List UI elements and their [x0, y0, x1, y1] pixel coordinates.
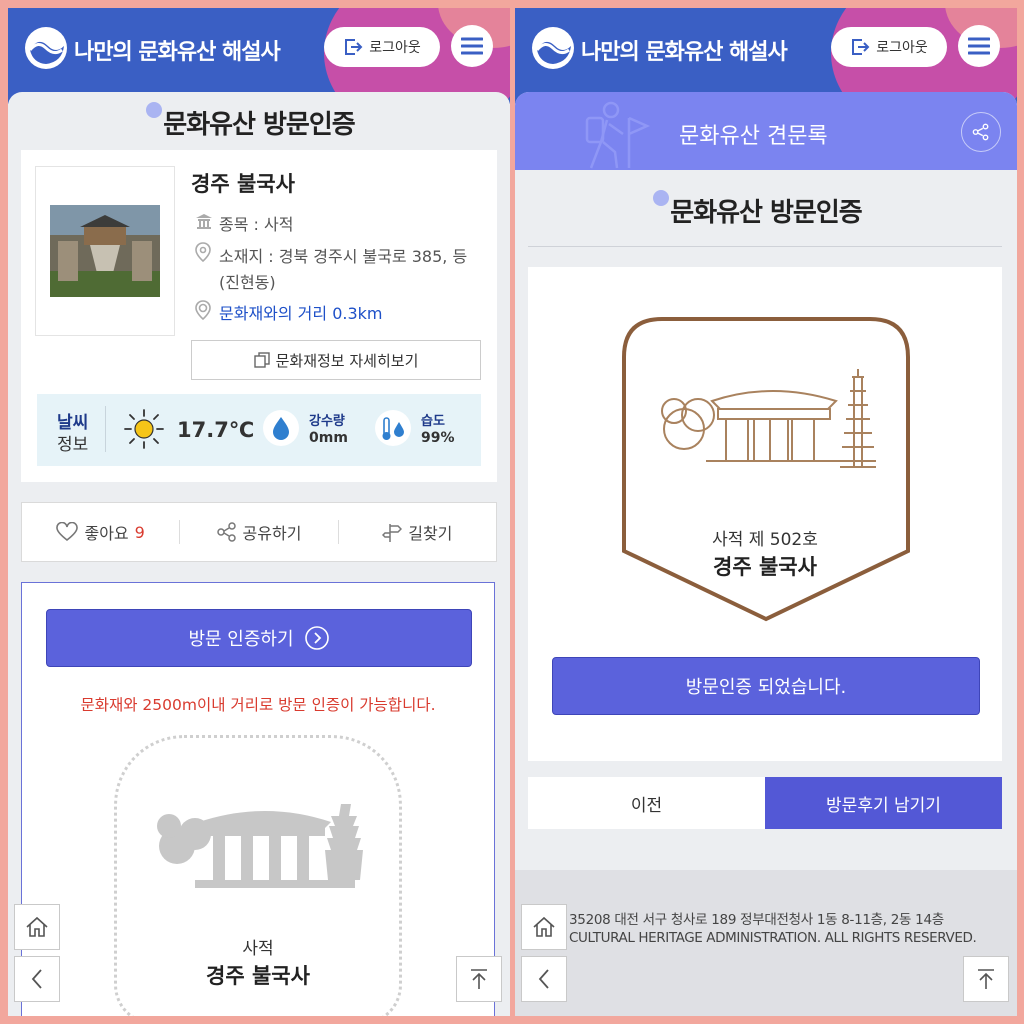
back-button[interactable]: [521, 956, 567, 1002]
app-title: 나만의 문화유산 해설사: [74, 40, 281, 65]
rain-drop-icon: [273, 417, 289, 440]
title-divider: [528, 246, 1002, 247]
heritage-info-card: 경주 불국사 종목 : 사적 소재지 : 경북 경주시 불국로 385, 등 (…: [21, 150, 497, 482]
scroll-top-button[interactable]: [963, 956, 1009, 1002]
government-logo-icon: [532, 27, 574, 69]
section-share-button[interactable]: [961, 112, 1001, 152]
heritage-address-line1: 소재지 : 경북 경주시 불국로 385, 등: [219, 247, 468, 266]
weather-divider: [105, 406, 106, 452]
certify-label: 방문 인증하기: [188, 629, 294, 650]
write-review-button[interactable]: 방문후기 남기기: [765, 777, 1002, 829]
like-count: 9: [134, 522, 145, 542]
section-band: 문화유산 견문록: [515, 92, 1017, 170]
page-title: 문화유산 방문인증: [670, 198, 862, 228]
rain-icon-bg: [263, 410, 299, 446]
copy-icon: [253, 352, 270, 368]
logout-button[interactable]: 로그아웃: [324, 27, 440, 67]
route-sign-icon: [382, 524, 403, 542]
share-label: 공유하기: [242, 524, 302, 543]
logout-icon: [852, 39, 870, 55]
humidity-icon-bg: [375, 410, 411, 446]
share-icon: [972, 123, 989, 141]
arrow-up-icon: [978, 969, 994, 989]
like-label: 좋아요: [84, 524, 129, 543]
badge-type: 사적: [242, 939, 274, 959]
right-screen: 나만의 문화유산 해설사 로그아웃 문화유산 견문록 문화유산 방문인증 사적 …: [515, 8, 1017, 1016]
heritage-silhouette-icon: [157, 804, 363, 888]
sun-icon: [124, 409, 164, 449]
route-button[interactable]: 길찾기: [339, 520, 496, 544]
hamburger-icon: [968, 37, 990, 55]
share-icon: [216, 522, 236, 542]
menu-button[interactable]: [958, 25, 1000, 67]
route-label: 길찾기: [408, 524, 453, 543]
home-icon: [26, 916, 48, 937]
rain-label: 강수량: [309, 414, 345, 429]
logout-button[interactable]: 로그아웃: [831, 27, 947, 67]
badge-name: 경주 불국사: [206, 964, 310, 988]
certify-button[interactable]: 방문 인증하기: [46, 609, 472, 667]
share-button[interactable]: 공유하기: [180, 520, 337, 544]
back-button[interactable]: [14, 956, 60, 1002]
certified-badge-name: 경주 불국사: [713, 555, 817, 579]
page-title: 문화유산 방문인증: [163, 110, 355, 140]
heritage-distance: 문화재와의 거리 0.3km: [219, 304, 383, 323]
chevron-left-icon: [31, 969, 42, 989]
heritage-photo: [50, 205, 160, 297]
home-button[interactable]: [14, 904, 60, 950]
section-title: 문화유산 견문록: [679, 124, 828, 149]
menu-button[interactable]: [451, 25, 493, 67]
humidity-icon: [382, 417, 404, 440]
heritage-photo-frame: [35, 166, 175, 336]
logout-label: 로그아웃: [369, 40, 421, 56]
certify-panel: 방문 인증하기 문화재와 2500m이내 거리로 방문 인증이 가능합니다. 사…: [21, 582, 495, 1016]
humidity-label: 습도: [421, 414, 445, 429]
arrow-circle-icon: [304, 626, 329, 650]
app-header: 나만의 문화유산 해설사 로그아웃: [515, 8, 1017, 104]
certified-badge-card: 사적 제 502호 경주 불국사 방문인증 되었습니다.: [528, 267, 1002, 761]
scroll-top-button[interactable]: [456, 956, 502, 1002]
hamburger-icon: [461, 37, 483, 55]
heritage-detail-button[interactable]: 문화재정보 자세히보기: [191, 340, 481, 380]
chevron-left-icon: [538, 969, 549, 989]
content-sheet: 문화유산 견문록 문화유산 방문인증 사적 제 502호 경주 불국사 방문인증…: [515, 92, 1017, 1016]
rain-value: 0mm: [309, 430, 348, 446]
heritage-name: 경주 불국사: [191, 172, 295, 196]
footer-copyright: CULTURAL HERITAGE ADMINISTRATION. ALL RI…: [569, 930, 977, 946]
app-title: 나만의 문화유산 해설사: [581, 40, 788, 65]
prev-button[interactable]: 이전: [528, 777, 765, 829]
heritage-detail-label: 문화재정보 자세히보기: [275, 351, 419, 370]
app-header: 나만의 문화유산 해설사 로그아웃: [8, 8, 510, 104]
weather-label-bottom: 정보: [57, 435, 89, 455]
badge-placeholder: 사적 경주 불국사: [114, 735, 402, 1016]
humidity-value: 99%: [421, 430, 455, 446]
heritage-category: 종목 : 사적: [219, 215, 294, 234]
hiker-icon: [585, 101, 651, 169]
like-button[interactable]: 좋아요 9: [22, 520, 179, 544]
action-bar: 좋아요 9 공유하기 길찾기: [21, 502, 497, 562]
monument-icon: [196, 214, 212, 229]
weather-panel: 날씨 정보 17.7℃ 강수량 0mm 습도 99%: [37, 394, 481, 466]
heritage-address-line2: (진현동): [219, 273, 276, 292]
logout-label: 로그아웃: [876, 40, 928, 56]
left-screen: 나만의 문화유산 해설사 로그아웃 문화유산 방문인증 경주 불국사 종목: …: [8, 8, 510, 1016]
location-pin-icon: [195, 242, 211, 262]
home-icon: [533, 916, 555, 937]
footer-address: 35208 대전 서구 청사로 189 정부대전청사 1동 8-11층, 2동 …: [569, 912, 944, 928]
arrow-up-icon: [471, 969, 487, 989]
certified-badge-type: 사적 제 502호: [712, 530, 818, 550]
weather-temperature: 17.7℃: [177, 418, 255, 442]
logout-icon: [345, 39, 363, 55]
certify-notice: 문화재와 2500m이내 거리로 방문 인증이 가능합니다.: [80, 696, 436, 714]
certified-status-label: 방문인증 되었습니다.: [685, 677, 847, 698]
distance-pin-icon: [195, 300, 211, 320]
content-sheet: 문화유산 방문인증 경주 불국사 종목 : 사적 소재지 : 경북 경주시 불국…: [8, 92, 510, 1016]
certified-status-button[interactable]: 방문인증 되었습니다.: [552, 657, 980, 715]
write-review-label: 방문후기 남기기: [826, 795, 941, 816]
heart-icon: [56, 522, 79, 542]
home-button[interactable]: [521, 904, 567, 950]
government-logo-icon: [25, 27, 67, 69]
prev-label: 이전: [630, 795, 663, 816]
footer: 35208 대전 서구 청사로 189 정부대전청사 1동 8-11층, 2동 …: [515, 870, 1017, 1016]
